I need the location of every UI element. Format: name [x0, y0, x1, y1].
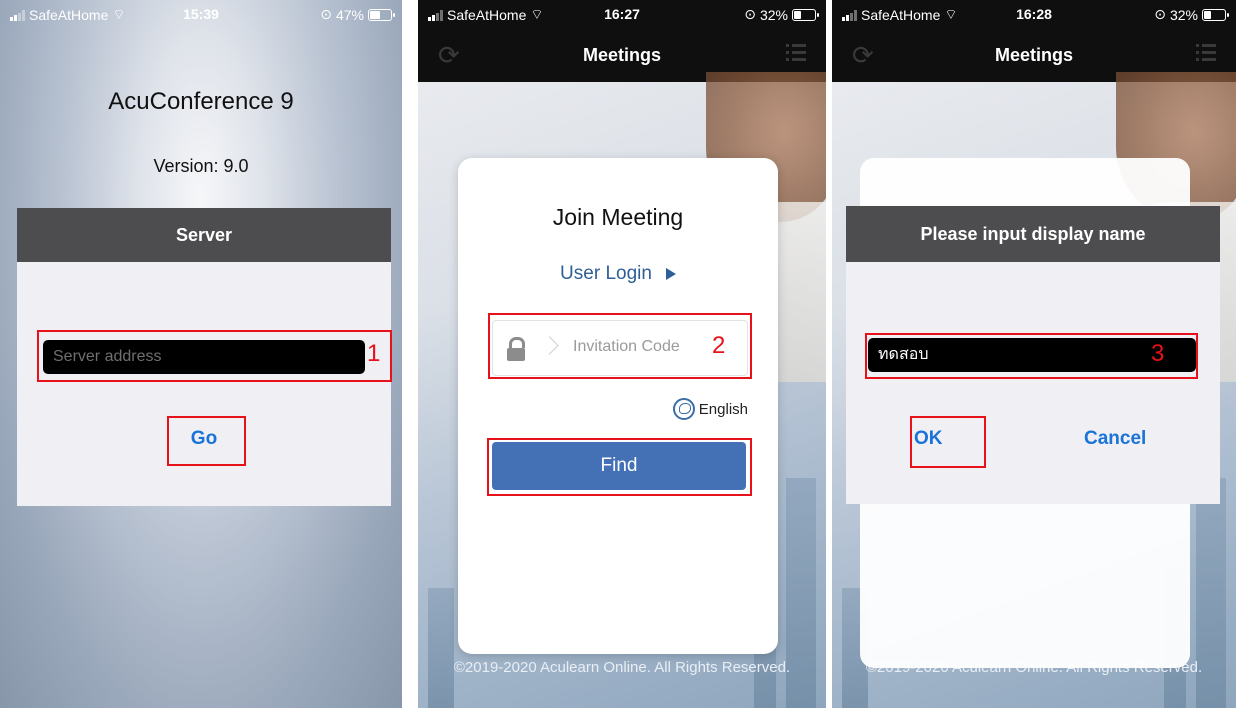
server-setup-screen: SafeAtHome ⌔ 15:39 ⊙ 47% AcuConference 9…: [0, 0, 402, 708]
orientation-lock-icon: ⊙: [320, 6, 332, 22]
battery-percent: 47%: [335, 6, 364, 23]
list-menu-icon[interactable]: [1196, 44, 1216, 61]
battery-icon: [792, 8, 819, 21]
server-panel-header: Server: [17, 208, 391, 262]
join-meeting-title: Join Meeting: [552, 204, 684, 230]
battery-percent: 32%: [1169, 6, 1198, 23]
language-label: English: [698, 400, 748, 418]
annotation-box-ok-button: [910, 416, 986, 468]
battery-icon: [368, 8, 395, 21]
orientation-lock-icon: ⊙: [1154, 6, 1166, 22]
app-title: AcuConference 9: [108, 88, 294, 115]
status-bar: SafeAtHome ⌔ 16:27 ⊙ 32%: [418, 0, 826, 30]
list-menu-icon[interactable]: [786, 44, 806, 61]
version-label: Version: 9.0: [153, 156, 249, 176]
battery-indicator: ⊙ 32%: [1154, 6, 1229, 23]
globe-icon: [672, 398, 695, 420]
battery-indicator: ⊙ 32%: [744, 6, 819, 23]
display-name-screen: SafeAtHome ⌔ 16:28 ⊙ 32% ⟳ Meetings ©201…: [832, 0, 1236, 708]
annotation-box-find-button: [487, 438, 752, 496]
nav-title: Meetings: [582, 45, 661, 65]
orientation-lock-icon: ⊙: [744, 6, 756, 22]
language-selector[interactable]: English: [672, 398, 748, 420]
annotation-number-2: 2: [712, 332, 726, 359]
cancel-button[interactable]: Cancel: [1084, 428, 1146, 450]
annotation-box-go-button: [167, 416, 246, 466]
join-meeting-screen: SafeAtHome ⌔ 16:27 ⊙ 32% ⟳ Meetings ©201…: [418, 0, 826, 708]
battery-percent: 32%: [759, 6, 788, 23]
play-arrow-icon: [665, 267, 676, 280]
status-bar: SafeAtHome ⌔ 15:39 ⊙ 47%: [0, 0, 402, 30]
battery-icon: [1202, 8, 1229, 21]
join-meeting-card: Join Meeting User Login Invitation Code …: [458, 158, 778, 654]
annotation-box-display-name: [865, 333, 1198, 379]
annotation-number-3: 3: [1151, 340, 1165, 367]
status-bar: SafeAtHome ⌔ 16:28 ⊙ 32%: [832, 0, 1236, 30]
dialog-title: Please input display name: [846, 206, 1220, 262]
battery-indicator: ⊙ 47%: [320, 6, 395, 23]
nav-title: Meetings: [994, 45, 1073, 65]
copyright-footer: ©2019-2020 Aculearn Online. All Rights R…: [453, 659, 791, 676]
annotation-number-1: 1: [367, 340, 381, 367]
annotation-box-server-input: [37, 330, 392, 382]
user-login-link[interactable]: User Login: [458, 263, 778, 285]
user-login-label: User Login: [560, 263, 652, 284]
